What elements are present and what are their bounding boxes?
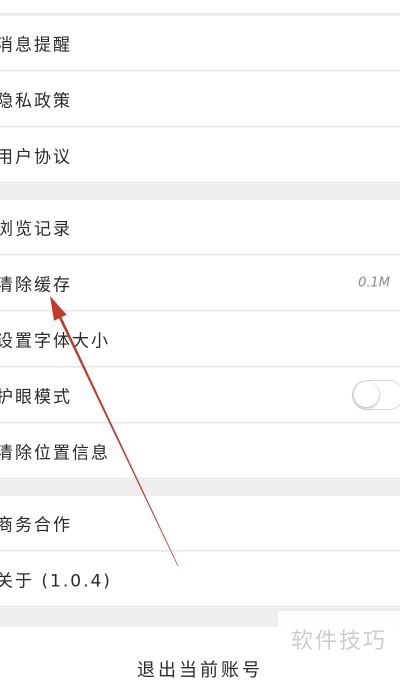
settings-row-font-size[interactable]: 设置字体大小: [0, 312, 400, 367]
settings-row-business-cooperation[interactable]: 商务合作: [0, 496, 400, 551]
toggle-knob: [354, 382, 379, 407]
section-divider: [0, 480, 400, 496]
settings-row-about[interactable]: 关于 (1.0.4): [0, 552, 400, 607]
watermark-text: 软件技巧: [290, 629, 387, 654]
settings-row-user-agreement[interactable]: 用户协议: [0, 128, 400, 183]
watermark: 软件技巧: [278, 611, 400, 667]
row-label: 用户协议: [0, 147, 72, 168]
row-label: 护眼模式: [0, 387, 72, 408]
row-label: 关于 (1.0.4): [0, 571, 112, 592]
row-label: 隐私政策: [0, 91, 72, 112]
row-label: 消息提醒: [0, 35, 72, 56]
settings-row-top-partial[interactable]: [0, 0, 400, 14]
settings-row-eye-protection: 护眼模式: [0, 368, 400, 423]
settings-row-browse-history[interactable]: 浏览记录: [0, 200, 400, 255]
eye-protection-toggle[interactable]: [352, 380, 400, 410]
settings-row-message-reminder[interactable]: 消息提醒: [0, 16, 400, 71]
cache-size-value: 0.1M: [358, 275, 390, 291]
row-label: 清除位置信息: [0, 443, 110, 464]
settings-row-clear-location[interactable]: 清除位置信息: [0, 424, 400, 479]
row-label: 浏览记录: [0, 219, 72, 240]
row-label: 设置字体大小: [0, 331, 110, 352]
settings-row-privacy-policy[interactable]: 隐私政策: [0, 72, 400, 127]
settings-row-clear-cache[interactable]: 清除缓存 0.1M: [0, 256, 400, 311]
section-divider: [0, 184, 400, 200]
row-label: 清除缓存: [0, 275, 72, 296]
row-label: 商务合作: [0, 515, 72, 536]
